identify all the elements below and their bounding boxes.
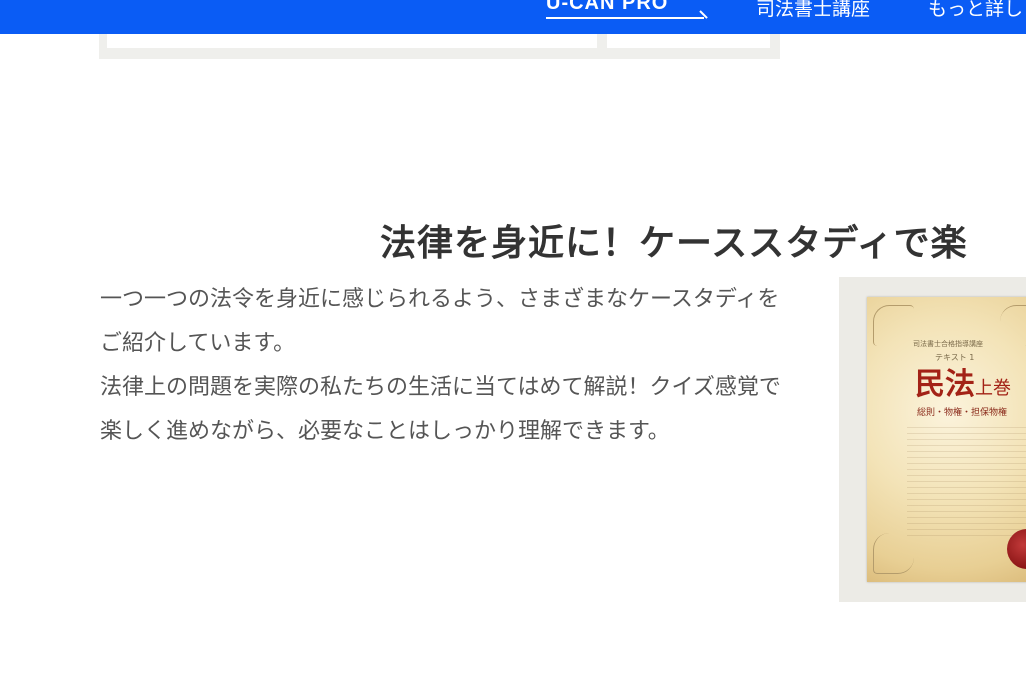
- page: U-CAN PRO 司法書士講座 もっと詳し 法律を身近に！ケーススタディで楽 …: [0, 0, 1026, 684]
- ucan-pro-logo[interactable]: U-CAN PRO: [546, 0, 668, 15]
- nav-link-more-details[interactable]: もっと詳し: [928, 0, 1023, 21]
- description-paragraph: 一つ一つの法令を身近に感じられるよう、さまざまなケースタディをご紹介しています。: [100, 287, 780, 356]
- ornament-decoration: [1000, 305, 1026, 346]
- top-navigation-bar: U-CAN PRO 司法書士講座 もっと詳し: [0, 0, 1026, 34]
- book-title-main: 民法: [915, 367, 975, 402]
- section-description: 一つ一つの法令を身近に感じられるよう、さまざまなケースタディをご紹介しています。…: [100, 278, 790, 454]
- book-subtitle: 総則・物権・担保物権: [917, 408, 1008, 418]
- textbook-image-frame: 司法書士合格指導講座 テキスト 1 民法上巻 総則・物権・担保物権: [839, 277, 1026, 602]
- textbook-cover-image: 司法書士合格指導講座 テキスト 1 民法上巻 総則・物権・担保物権: [867, 297, 1026, 582]
- ornament-decoration: [873, 533, 914, 574]
- book-decorative-text: [907, 427, 1026, 537]
- ornament-decoration: [873, 305, 914, 346]
- book-series-label: 司法書士合格指導講座: [913, 340, 983, 348]
- previous-section-panel: [99, 34, 780, 59]
- nav-link-shihoshoshi-course[interactable]: 司法書士講座: [756, 0, 870, 21]
- panel-cell: [107, 34, 597, 48]
- book-title: 民法上巻: [915, 359, 1011, 403]
- section-title: 法律を身近に！ケーススタディで楽: [380, 222, 968, 264]
- panel-cell: [607, 34, 770, 48]
- book-title-suffix: 上巻: [975, 378, 1011, 399]
- logo-underline: [546, 17, 704, 19]
- description-paragraph: 法律上の問題を実際の私たちの生活に当てはめて解説！クイズ感覚で楽しく進めながら、…: [100, 375, 781, 444]
